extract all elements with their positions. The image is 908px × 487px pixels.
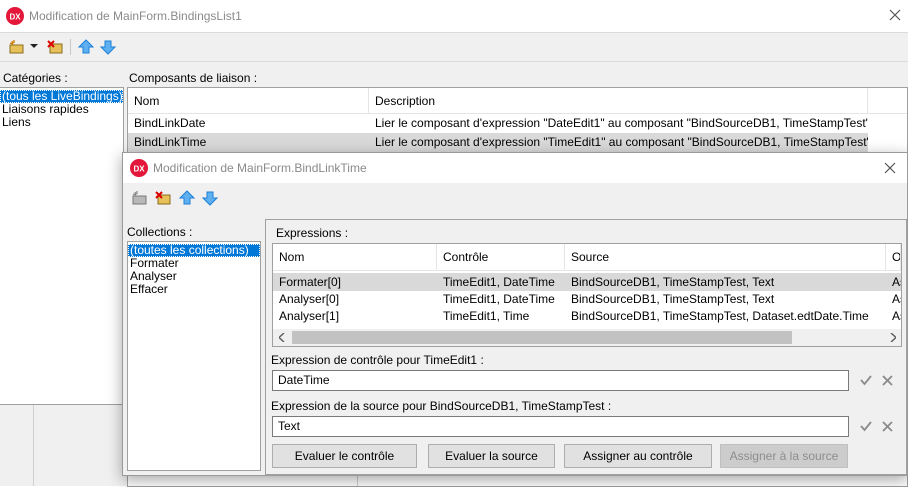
category-item[interactable]: Liens xyxy=(0,116,123,129)
apply-check-icon[interactable] xyxy=(860,374,872,386)
svg-text:DX: DX xyxy=(133,165,145,174)
cell-description: Lier le composant d'expression "TimeEdit… xyxy=(375,135,868,149)
categories-list[interactable]: (tous les LiveBindings) Liaisons rapides… xyxy=(0,87,124,405)
window-title: Modification de MainForm.BindingsList1 xyxy=(29,9,242,23)
collections-list[interactable]: (toutes les collections) Formater Analys… xyxy=(127,241,261,471)
assign-to-source-button[interactable]: Assigner à la source xyxy=(720,444,848,468)
move-up-icon[interactable] xyxy=(76,37,96,57)
evaluate-control-button[interactable]: Evaluer le contrôle xyxy=(272,444,417,468)
cell-controle: TimeEdit1, DateTime xyxy=(443,275,555,289)
app-logo-icon: DX xyxy=(6,7,24,25)
title-bar: DX Modification de MainForm.BindingsList… xyxy=(0,0,908,32)
move-up-icon[interactable] xyxy=(177,188,197,208)
delete-icon[interactable] xyxy=(153,188,173,208)
dialog-toolbar xyxy=(123,184,907,212)
svg-text:DX: DX xyxy=(9,13,21,22)
cell-name: BindLinkDate xyxy=(134,116,206,130)
app-logo-icon: DX xyxy=(130,159,148,177)
cell-nom: Formater[0] xyxy=(279,275,342,289)
column-header-o[interactable]: O xyxy=(886,244,901,270)
move-down-icon[interactable] xyxy=(200,188,220,208)
categories-label: Catégories : xyxy=(3,71,68,85)
cell-controle: TimeEdit1, DateTime xyxy=(443,292,555,306)
cell-o: As xyxy=(892,275,901,289)
column-header-nom[interactable]: Nom xyxy=(273,244,437,270)
cancel-x-icon[interactable] xyxy=(882,421,893,432)
column-header-controle[interactable]: Contrôle xyxy=(437,244,565,270)
cell-o: As xyxy=(892,292,901,306)
components-label: Composants de liaison : xyxy=(129,71,258,85)
divider xyxy=(357,476,358,486)
dropdown-arrow-icon[interactable] xyxy=(30,44,38,49)
cell-controle: TimeEdit1, Time xyxy=(443,309,530,323)
control-expression-label: Expression de contrôle pour TimeEdit1 : xyxy=(271,353,484,367)
table-row[interactable]: Formater[0] TimeEdit1, DateTime BindSour… xyxy=(273,273,901,291)
divider xyxy=(33,405,34,486)
column-header-description[interactable]: Description xyxy=(369,88,868,113)
assign-to-control-button[interactable]: Assigner au contrôle xyxy=(564,444,712,468)
expressions-label: Expressions : xyxy=(276,226,349,240)
grid-header: Nom Contrôle Source O xyxy=(273,244,901,271)
toolbar-separator xyxy=(70,39,71,55)
scrollbar-thumb[interactable] xyxy=(292,331,792,344)
source-expression-input[interactable]: Text xyxy=(272,416,849,437)
grid-header: Nom Description xyxy=(128,88,907,114)
new-item-icon[interactable] xyxy=(130,188,150,208)
table-row[interactable]: Analyser[1] TimeEdit1, Time BindSourceDB… xyxy=(273,308,901,325)
toolbar xyxy=(0,33,908,61)
cell-nom: Analyser[1] xyxy=(279,309,340,323)
cancel-x-icon[interactable] xyxy=(882,375,893,386)
cell-source: BindSourceDB1, TimeStampTest, Dataset.ed… xyxy=(571,309,869,323)
source-expression-label: Expression de la source pour BindSourceD… xyxy=(271,399,612,413)
expressions-grid[interactable]: Nom Contrôle Source O Formater[0] TimeEd… xyxy=(272,243,902,347)
dialog-title-bar: DX Modification de MainForm.BindLinkTime xyxy=(123,153,907,183)
new-item-icon[interactable] xyxy=(7,37,27,57)
delete-icon[interactable] xyxy=(45,37,65,57)
cell-description: Lier le composant d'expression "DateEdit… xyxy=(375,116,868,130)
close-icon[interactable] xyxy=(880,3,908,27)
table-row[interactable]: BindLinkDate Lier le composant d'express… xyxy=(128,114,907,133)
bindlink-dialog: DX Modification de MainForm.BindLinkTime… xyxy=(122,152,908,476)
scroll-right-icon[interactable] xyxy=(884,329,901,346)
cell-nom: Analyser[0] xyxy=(279,292,340,306)
column-header-source[interactable]: Source xyxy=(565,244,886,270)
column-header-name[interactable]: Nom xyxy=(128,88,369,113)
cell-source: BindSourceDB1, TimeStampTest, Text xyxy=(571,292,775,306)
collections-label: Collections : xyxy=(127,225,193,239)
evaluate-source-button[interactable]: Evaluer la source xyxy=(428,444,555,468)
cell-source: BindSourceDB1, TimeStampTest, Text xyxy=(571,275,775,289)
collection-item[interactable]: Effacer xyxy=(128,283,260,296)
dialog-title: Modification de MainForm.BindLinkTime xyxy=(153,161,367,175)
cell-o: As xyxy=(892,309,901,323)
horizontal-scrollbar[interactable] xyxy=(273,329,901,346)
table-row[interactable]: Analyser[0] TimeEdit1, DateTime BindSour… xyxy=(273,291,901,308)
table-row[interactable]: BindLinkTime Lier le composant d'express… xyxy=(128,133,868,152)
scroll-left-icon[interactable] xyxy=(273,329,290,346)
move-down-icon[interactable] xyxy=(98,37,118,57)
control-expression-input[interactable]: DateTime xyxy=(272,370,849,391)
divider xyxy=(0,61,908,62)
close-icon[interactable] xyxy=(875,156,905,180)
apply-check-icon[interactable] xyxy=(860,420,872,432)
cell-name: BindLinkTime xyxy=(134,135,207,149)
